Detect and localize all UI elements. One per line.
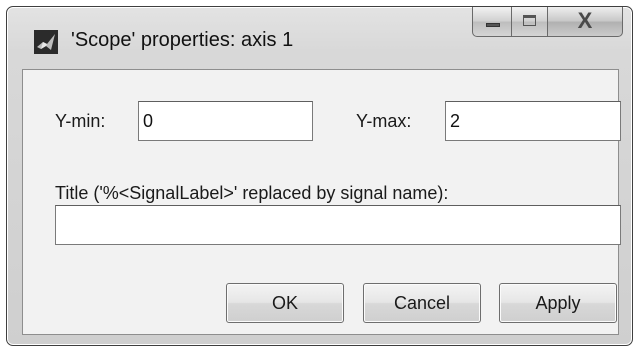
ymin-input[interactable] — [138, 101, 313, 141]
ymax-input[interactable] — [445, 101, 621, 141]
minimize-button[interactable] — [472, 7, 512, 37]
maximize-icon — [523, 15, 536, 26]
minimize-icon — [486, 23, 500, 27]
dialog-body: Y-min: Y-max: Title ('%<SignalLabel>' re… — [22, 69, 621, 335]
matlab-icon — [34, 30, 58, 54]
ok-button[interactable]: OK — [226, 283, 344, 323]
close-icon: X — [577, 8, 593, 33]
title-label: Title ('%<SignalLabel>' replaced by sign… — [55, 183, 449, 203]
caption-buttons: X — [472, 7, 623, 37]
title-input[interactable] — [55, 205, 621, 245]
window-title: 'Scope' properties: axis 1 — [71, 29, 294, 51]
maximize-button[interactable] — [512, 7, 548, 37]
title-bar[interactable]: 'Scope' properties: axis 1 X — [7, 7, 632, 63]
ymin-label: Y-min: — [55, 111, 106, 131]
ymax-label: Y-max: — [356, 111, 412, 131]
dialog-window: 'Scope' properties: axis 1 X Y-min: Y-ma… — [6, 6, 633, 346]
cancel-button[interactable]: Cancel — [363, 283, 481, 323]
apply-button[interactable]: Apply — [499, 283, 617, 323]
close-button[interactable]: X — [548, 7, 623, 37]
